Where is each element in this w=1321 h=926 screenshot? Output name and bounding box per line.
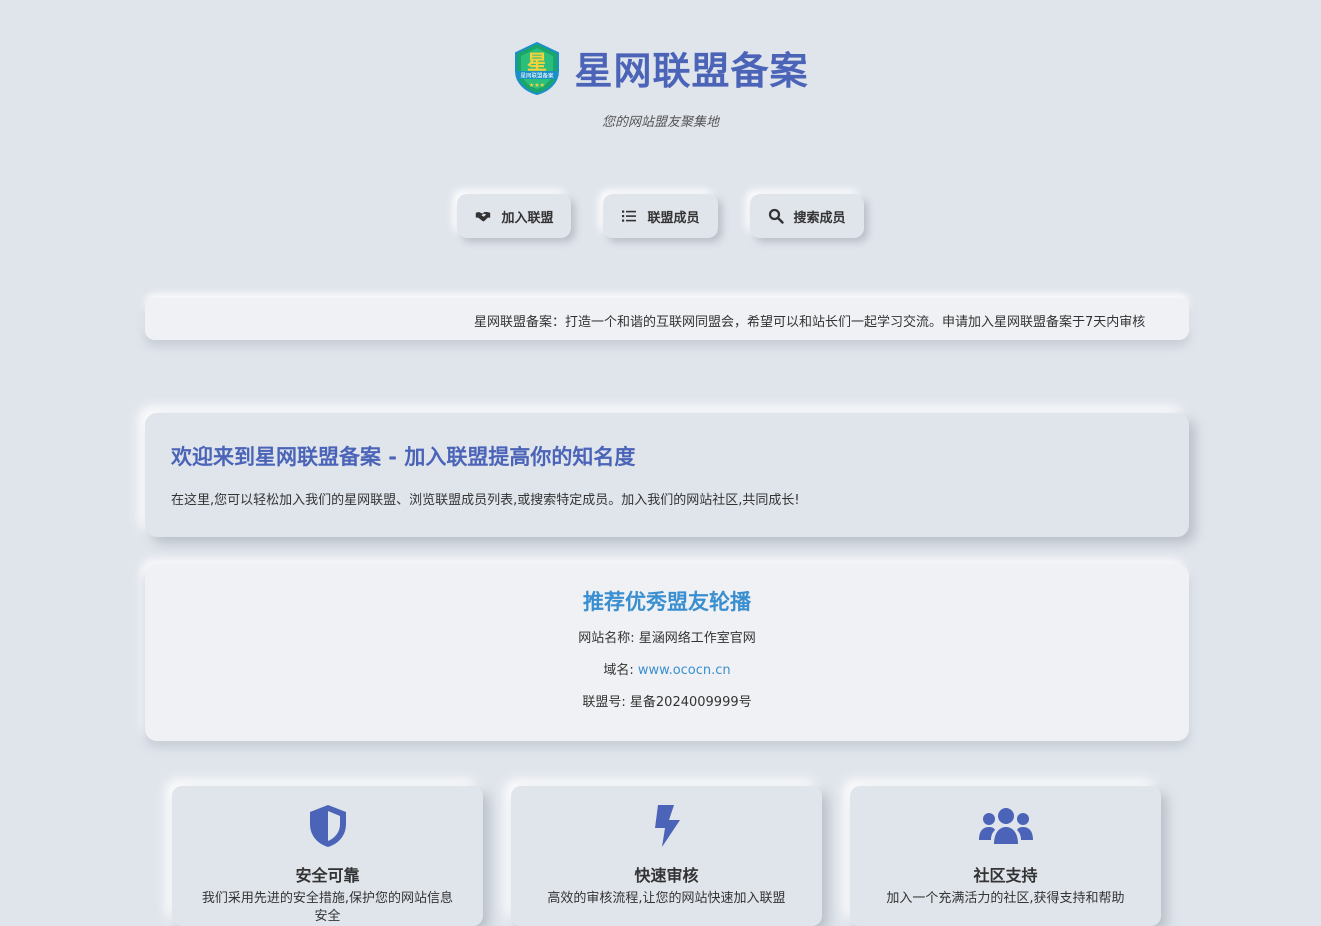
site-title: 星网联盟备案 (574, 49, 809, 93)
brand[interactable]: 星 星网联盟备案 ★★★ 星网联盟备案 (512, 40, 808, 95)
welcome-description: 在这里,您可以轻松加入我们的星网联盟、浏览联盟成员列表,或搜索特定成员。加入我们… (171, 493, 800, 508)
lightning-icon (654, 805, 680, 847)
logo-ribbon-text: 星网联盟备案 (521, 71, 555, 79)
carousel-title: 推荐优秀盟友轮播 (583, 590, 751, 614)
members-label: 联盟成员 (647, 210, 700, 226)
members-button[interactable]: 联盟成员 (603, 194, 718, 238)
site-name-row: 网站名称: 星涵网络工作室官网 (145, 630, 1189, 648)
alliance-number-label: 联盟号: (582, 695, 626, 710)
announcement-marquee: 星网联盟备案：打造一个和谐的互联网同盟会，希望可以和站长们一起学习交流。申请加入… (145, 298, 1189, 340)
site-header: 星 星网联盟备案 ★★★ 星网联盟备案 您的网站盟友聚集地 (0, 40, 1321, 130)
users-icon (978, 808, 1033, 844)
search-members-button[interactable]: 搜索成员 (749, 194, 864, 238)
feature-title: 快速审核 (634, 866, 699, 885)
search-members-label: 搜索成员 (793, 210, 846, 226)
main-nav: 加入联盟 联盟成员 搜索成员 (0, 194, 1321, 238)
alliance-number-value: 星备2024009999号 (629, 695, 752, 710)
svg-text:★★★: ★★★ (529, 82, 545, 89)
announcement-text: 星网联盟备案：打造一个和谐的互联网同盟会，希望可以和站长们一起学习交流。申请加入… (474, 315, 1146, 330)
domain-link[interactable]: www.ococn.cn (638, 663, 731, 678)
handshake-icon (476, 212, 491, 222)
welcome-card: 欢迎来到星网联盟备案 - 加入联盟提高你的知名度 在这里,您可以轻松加入我们的星… (145, 413, 1189, 537)
site-name-label: 网站名称: (578, 631, 635, 646)
feature-card-community: 社区支持 加入一个充满活力的社区,获得支持和帮助 (850, 786, 1161, 926)
alliance-number-row: 联盟号: 星备2024009999号 (145, 694, 1189, 712)
features-section: 安全可靠 我们采用先进的安全措施,保护您的网站信息安全 快速审核 高效的审核流程… (172, 786, 1162, 926)
feature-description: 高效的审核流程,让您的网站快速加入联盟 (547, 891, 786, 906)
domain-row: 域名: www.ococn.cn (145, 662, 1189, 680)
search-icon (768, 208, 784, 224)
list-icon (622, 210, 637, 222)
join-alliance-label: 加入联盟 (501, 210, 554, 226)
feature-description: 加入一个充满活力的社区,获得支持和帮助 (886, 891, 1125, 906)
shield-icon (309, 805, 346, 847)
featured-member-carousel: 推荐优秀盟友轮播 网站名称: 星涵网络工作室官网 域名: www.ococn.c… (145, 564, 1189, 741)
feature-card-security: 安全可靠 我们采用先进的安全措施,保护您的网站信息安全 (172, 786, 483, 926)
feature-title: 社区支持 (973, 866, 1038, 885)
join-alliance-button[interactable]: 加入联盟 (457, 194, 572, 238)
logo-char: 星 (527, 50, 547, 74)
feature-title: 安全可靠 (295, 866, 360, 885)
feature-description: 我们采用先进的安全措施,保护您的网站信息安全 (201, 891, 454, 924)
feature-card-fast-review: 快速审核 高效的审核流程,让您的网站快速加入联盟 (511, 786, 822, 926)
domain-label: 域名: (603, 663, 634, 678)
site-name-value: 星涵网络工作室官网 (638, 631, 756, 646)
tagline: 您的网站盟友聚集地 (601, 114, 719, 130)
logo-badge-icon: 星 星网联盟备案 ★★★ (515, 41, 560, 95)
welcome-title: 欢迎来到星网联盟备案 - 加入联盟提高你的知名度 (171, 445, 636, 469)
